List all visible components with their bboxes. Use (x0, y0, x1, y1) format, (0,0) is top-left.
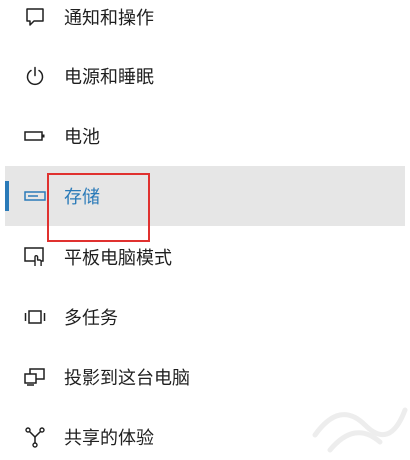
nav-item-multitasking[interactable]: 多任务 (5, 287, 405, 347)
nav-item-label: 平板电脑模式 (64, 248, 172, 269)
multitasking-icon (22, 304, 48, 330)
nav-item-label: 电源和睡眠 (64, 67, 154, 88)
notification-icon (22, 4, 48, 30)
nav-item-tablet-mode[interactable]: 平板电脑模式 (5, 227, 405, 287)
nav-item-notifications[interactable]: 通知和操作 (5, 0, 405, 47)
nav-item-label: 存储 (64, 187, 100, 208)
nav-item-label: 通知和操作 (64, 8, 154, 29)
projecting-icon (22, 364, 48, 390)
nav-item-shared-experiences[interactable]: 共享的体验 (5, 407, 405, 460)
power-icon (22, 63, 48, 89)
shared-experiences-icon (22, 424, 48, 450)
storage-icon (22, 183, 48, 209)
nav-item-power-sleep[interactable]: 电源和睡眠 (5, 46, 405, 106)
selection-indicator (5, 181, 9, 211)
nav-item-label: 共享的体验 (64, 428, 154, 449)
nav-item-label: 电池 (64, 127, 100, 148)
battery-icon (22, 123, 48, 149)
tablet-mode-icon (22, 244, 48, 270)
nav-item-battery[interactable]: 电池 (5, 106, 405, 166)
nav-item-storage[interactable]: 存储 (5, 166, 405, 226)
settings-nav-list: 通知和操作 电源和睡眠 电池 存储 平板电脑模式 多任务 投影到这台电脑 共享的… (0, 0, 410, 460)
nav-item-label: 多任务 (64, 308, 118, 329)
nav-item-label: 投影到这台电脑 (64, 368, 190, 389)
nav-item-projecting[interactable]: 投影到这台电脑 (5, 347, 405, 407)
